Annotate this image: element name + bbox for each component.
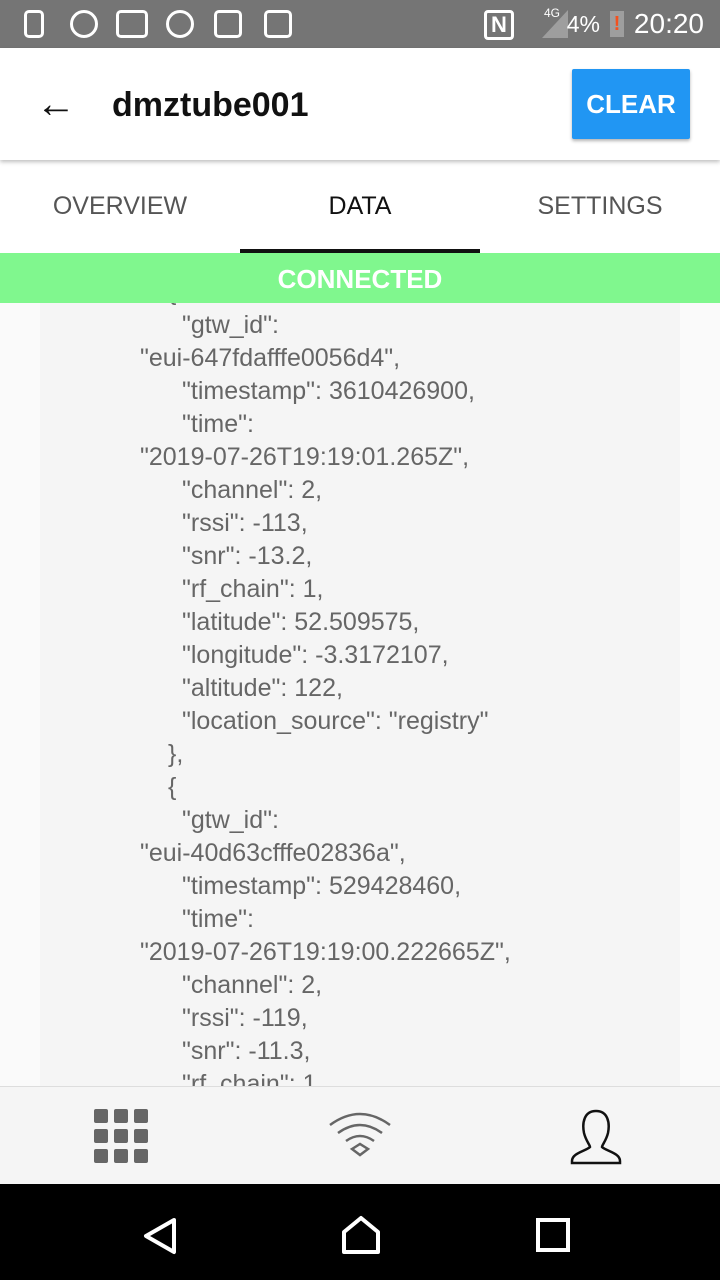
json-line: "altitude": 122, (182, 674, 343, 702)
news-icon (214, 10, 242, 38)
json-lines: {"gtw_id":"eui-647fdafffe0056d4","timest… (40, 303, 680, 1086)
messenger-icon (70, 10, 98, 38)
tab-overview[interactable]: OVERVIEW (0, 160, 240, 253)
json-line: "longitude": -3.3172107, (182, 641, 449, 669)
status-bar: N 4G 4% ! 20:20 (0, 0, 720, 48)
json-line: "2019-07-26T19:19:01.265Z", (140, 443, 470, 471)
json-line: "location_source": "registry" (182, 707, 489, 735)
json-line: "eui-40d63cfffe02836a", (140, 839, 406, 867)
back-arrow-icon[interactable]: ← (36, 84, 76, 124)
nfc-icon: N (484, 10, 514, 40)
page-title: dmztube001 (112, 86, 309, 124)
json-line: "gtw_id": (182, 806, 279, 834)
json-line: "rf_chain": 1, (182, 575, 324, 603)
json-line: "snr": -11.3, (182, 1037, 311, 1065)
json-line: "latitude": 52.509575, (182, 608, 420, 636)
back-icon[interactable] (140, 1216, 180, 1256)
connection-status-banner: CONNECTED (0, 253, 720, 303)
bottom-nav (0, 1086, 720, 1184)
json-line: "rssi": -119, (182, 1004, 308, 1032)
clear-button[interactable]: CLEAR (572, 69, 690, 139)
data-log[interactable]: {"gtw_id":"eui-647fdafffe0056d4","timest… (40, 303, 680, 1086)
whatsapp-icon (166, 10, 194, 38)
json-line: "channel": 2, (182, 476, 323, 504)
maps-icon (264, 10, 292, 38)
gmail-icon (116, 10, 148, 38)
json-line: "timestamp": 529428460, (182, 872, 462, 900)
json-line: "rf_chain": 1, (182, 1070, 324, 1086)
battery-icon: ! (610, 11, 624, 37)
json-line: "time": (182, 905, 254, 933)
tab-settings[interactable]: SETTINGS (480, 160, 720, 253)
json-line: "channel": 2, (182, 971, 323, 999)
json-line: "snr": -13.2, (182, 542, 313, 570)
json-line: "2019-07-26T19:19:00.222665Z", (140, 938, 511, 966)
app-bar: ← dmztube001 CLEAR (0, 48, 720, 160)
tab-bar: OVERVIEW DATA SETTINGS (0, 160, 720, 253)
apps-grid-icon[interactable] (94, 1109, 148, 1163)
tab-data[interactable]: DATA (240, 160, 480, 253)
user-icon[interactable] (568, 1107, 624, 1167)
json-line: "eui-647fdafffe0056d4", (140, 344, 401, 372)
home-icon[interactable] (340, 1214, 382, 1256)
system-nav-bar (0, 1184, 720, 1280)
wifi-icon[interactable] (328, 1111, 392, 1159)
battery-percent: 4% (566, 11, 600, 37)
signal-icon (542, 10, 568, 38)
json-line: }, (168, 740, 184, 768)
recents-icon[interactable] (536, 1218, 570, 1252)
clock: 20:20 (633, 8, 704, 39)
battery-alert-icon (24, 10, 44, 38)
json-line: "gtw_id": (182, 311, 279, 339)
json-line: "timestamp": 3610426900, (182, 377, 475, 405)
json-line: "time": (182, 410, 254, 438)
json-line: "rssi": -113, (182, 509, 308, 537)
json-line: { (168, 773, 177, 801)
